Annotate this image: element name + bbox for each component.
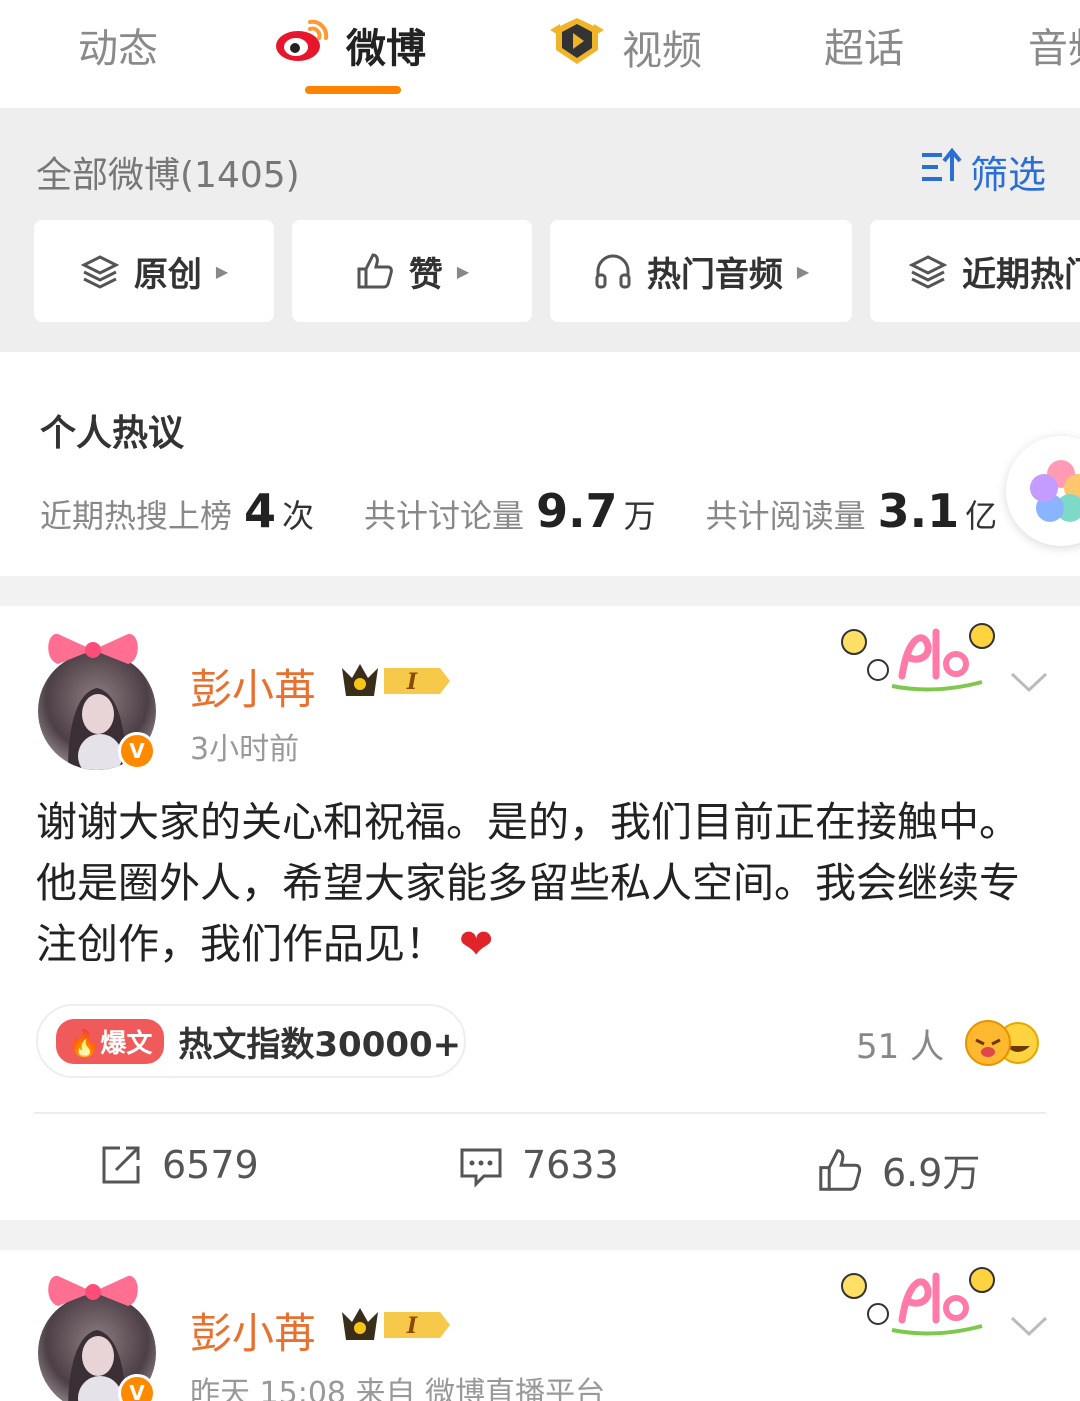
- avatar[interactable]: V: [38, 633, 156, 770]
- repost-button[interactable]: 6579: [98, 1142, 259, 1188]
- chip-hot-audio[interactable]: 热门音频 ▶: [550, 220, 852, 322]
- caret-right-icon: ▶: [215, 261, 229, 281]
- badge-label: 爆文: [100, 1028, 153, 1059]
- tab-dongtai[interactable]: 动态: [78, 16, 158, 74]
- filter-button[interactable]: 筛选: [920, 144, 1046, 199]
- stat-value: 3.1: [877, 484, 960, 538]
- post-time: 昨天 15:08 来自 微博直播平台: [190, 1376, 606, 1401]
- thumbs-up-icon: [819, 1148, 862, 1191]
- comment-icon: [460, 1148, 502, 1188]
- repost-icon: [102, 1146, 140, 1184]
- plog-sticker-icon: [841, 623, 995, 692]
- stat-reads: 共计阅读量 3.1 亿: [706, 484, 998, 538]
- vip-level-text: I: [406, 1313, 418, 1339]
- stat-label: 共计阅读量: [705, 497, 866, 535]
- vip-crown-badge-icon: I: [342, 664, 450, 696]
- stat-value: 9.7: [536, 484, 618, 538]
- chip-label: 近期热门: [962, 254, 1080, 295]
- reactions-summary[interactable]: 51 人: [856, 1018, 1050, 1068]
- vip-crown-badge-icon: I: [342, 1308, 450, 1340]
- stat-value: 4: [244, 484, 277, 538]
- stat-discussion: 共计讨论量 9.7 万: [364, 484, 656, 538]
- stat-unit: 万: [623, 497, 656, 535]
- plog-sticker-icon: [841, 1267, 995, 1336]
- vip-level-text: I: [406, 669, 418, 695]
- hot-article-pill[interactable]: 🔥爆文 热文指数30000+: [36, 1004, 466, 1078]
- repost-count: 6579: [162, 1143, 259, 1187]
- hot-article-badge: 🔥爆文: [56, 1018, 165, 1064]
- chip-label: 赞: [408, 254, 443, 295]
- tab-label: 微博: [346, 26, 426, 72]
- username[interactable]: 彭小苒: [190, 1300, 316, 1361]
- thumbs-up-icon: [355, 251, 395, 291]
- active-tab-indicator: [305, 86, 401, 94]
- divider: [34, 1112, 1046, 1114]
- chip-like[interactable]: 赞 ▶: [292, 220, 532, 322]
- headphones-icon: [593, 251, 633, 291]
- layers-icon: [908, 251, 948, 291]
- post-actions: 6579 7633 6.9万: [0, 1142, 1080, 1202]
- stat-label: 共计讨论量: [364, 497, 525, 535]
- tab-weibo[interactable]: 微博: [272, 16, 426, 74]
- hot-stats: 近期热搜上榜 4 次 共计讨论量 9.7 万 共计阅读量 3.1 亿: [40, 484, 1047, 538]
- personal-hot-card: 个人热议 近期热搜上榜 4 次 共计讨论量 9.7 万 共计阅读量 3.1 亿: [0, 352, 1080, 576]
- top-tab-bar: 动态 微博 视频 超话 音频: [0, 0, 1080, 108]
- weibo-post[interactable]: V 彭小苒 I 昨天 15:08 来自 微博直播平台: [0, 1250, 1080, 1401]
- caret-right-icon: ▶: [796, 261, 810, 281]
- caret-right-icon: ▶: [456, 261, 470, 281]
- reaction-count: 51 人: [856, 1026, 945, 1067]
- post-content: 谢谢大家的关心和祝福。是的，我们目前正在接触中。他是圈外人，希望大家能多留些私人…: [36, 792, 1048, 975]
- video-badge-icon: [546, 16, 608, 78]
- tab-label: 动态: [78, 26, 158, 72]
- filter-label: 筛选: [969, 153, 1046, 197]
- chevron-down-icon[interactable]: [1008, 1310, 1050, 1340]
- hot-title: 个人热议: [40, 413, 185, 454]
- tab-video[interactable]: 视频: [546, 16, 702, 78]
- tab-audio[interactable]: 音频: [1028, 16, 1080, 74]
- chevron-down-icon[interactable]: [1008, 666, 1050, 696]
- stat-unit: 次: [282, 497, 315, 535]
- filter-area: 全部微博(1405) 筛选 原创 ▶ 赞 ▶ 热门音频 ▶ 近期热: [0, 108, 1080, 352]
- heart-emoji-icon: ❤: [459, 920, 494, 968]
- chip-label: 热门音频: [646, 254, 783, 295]
- hot-index: 热文指数30000+: [178, 1024, 462, 1065]
- chip-recent-hot[interactable]: 近期热门: [870, 220, 1080, 322]
- floating-assistant-ball[interactable]: [1006, 436, 1080, 546]
- comment-button[interactable]: 7633: [458, 1142, 619, 1188]
- filter-chips: 原创 ▶ 赞 ▶ 热门音频 ▶ 近期热门: [34, 220, 1080, 322]
- post-time: 3小时前: [190, 732, 300, 767]
- weibo-logo-icon: [272, 16, 332, 74]
- emoji-reactions-icon: [965, 1020, 1040, 1066]
- chip-original[interactable]: 原创 ▶: [34, 220, 274, 322]
- layers-icon: [80, 251, 120, 291]
- stat-unit: 亿: [965, 497, 998, 535]
- like-count: 6.9万: [882, 1151, 981, 1195]
- username[interactable]: 彭小苒: [190, 656, 316, 717]
- stat-label: 近期热搜上榜: [40, 497, 233, 535]
- all-weibo-count: 全部微博(1405): [36, 155, 300, 196]
- bow-decoration-icon: [48, 1275, 138, 1306]
- comment-count: 7633: [522, 1143, 619, 1187]
- chip-label: 原创: [133, 254, 202, 295]
- weibo-post[interactable]: V 彭小苒 I 3小时前 谢谢大家的关心和祝福。是的，我们目前正在接触中。他是圈…: [0, 606, 1080, 1220]
- tab-label: 超话: [824, 26, 904, 72]
- avatar[interactable]: V: [38, 1275, 156, 1401]
- like-button[interactable]: 6.9万: [816, 1142, 980, 1197]
- tab-label: 视频: [622, 28, 702, 74]
- bow-decoration-icon: [48, 633, 138, 664]
- verified-badge-icon: V: [118, 732, 156, 770]
- tab-label: 音频: [1028, 26, 1080, 72]
- stat-hot-search: 近期热搜上榜 4 次: [40, 484, 314, 538]
- sort-filter-icon: [920, 147, 962, 196]
- post-text: 谢谢大家的关心和祝福。是的，我们目前正在接触中。他是圈外人，希望大家能多留些私人…: [36, 798, 1020, 968]
- flower-icon: [1030, 460, 1080, 522]
- tab-chaohua[interactable]: 超话: [824, 16, 904, 74]
